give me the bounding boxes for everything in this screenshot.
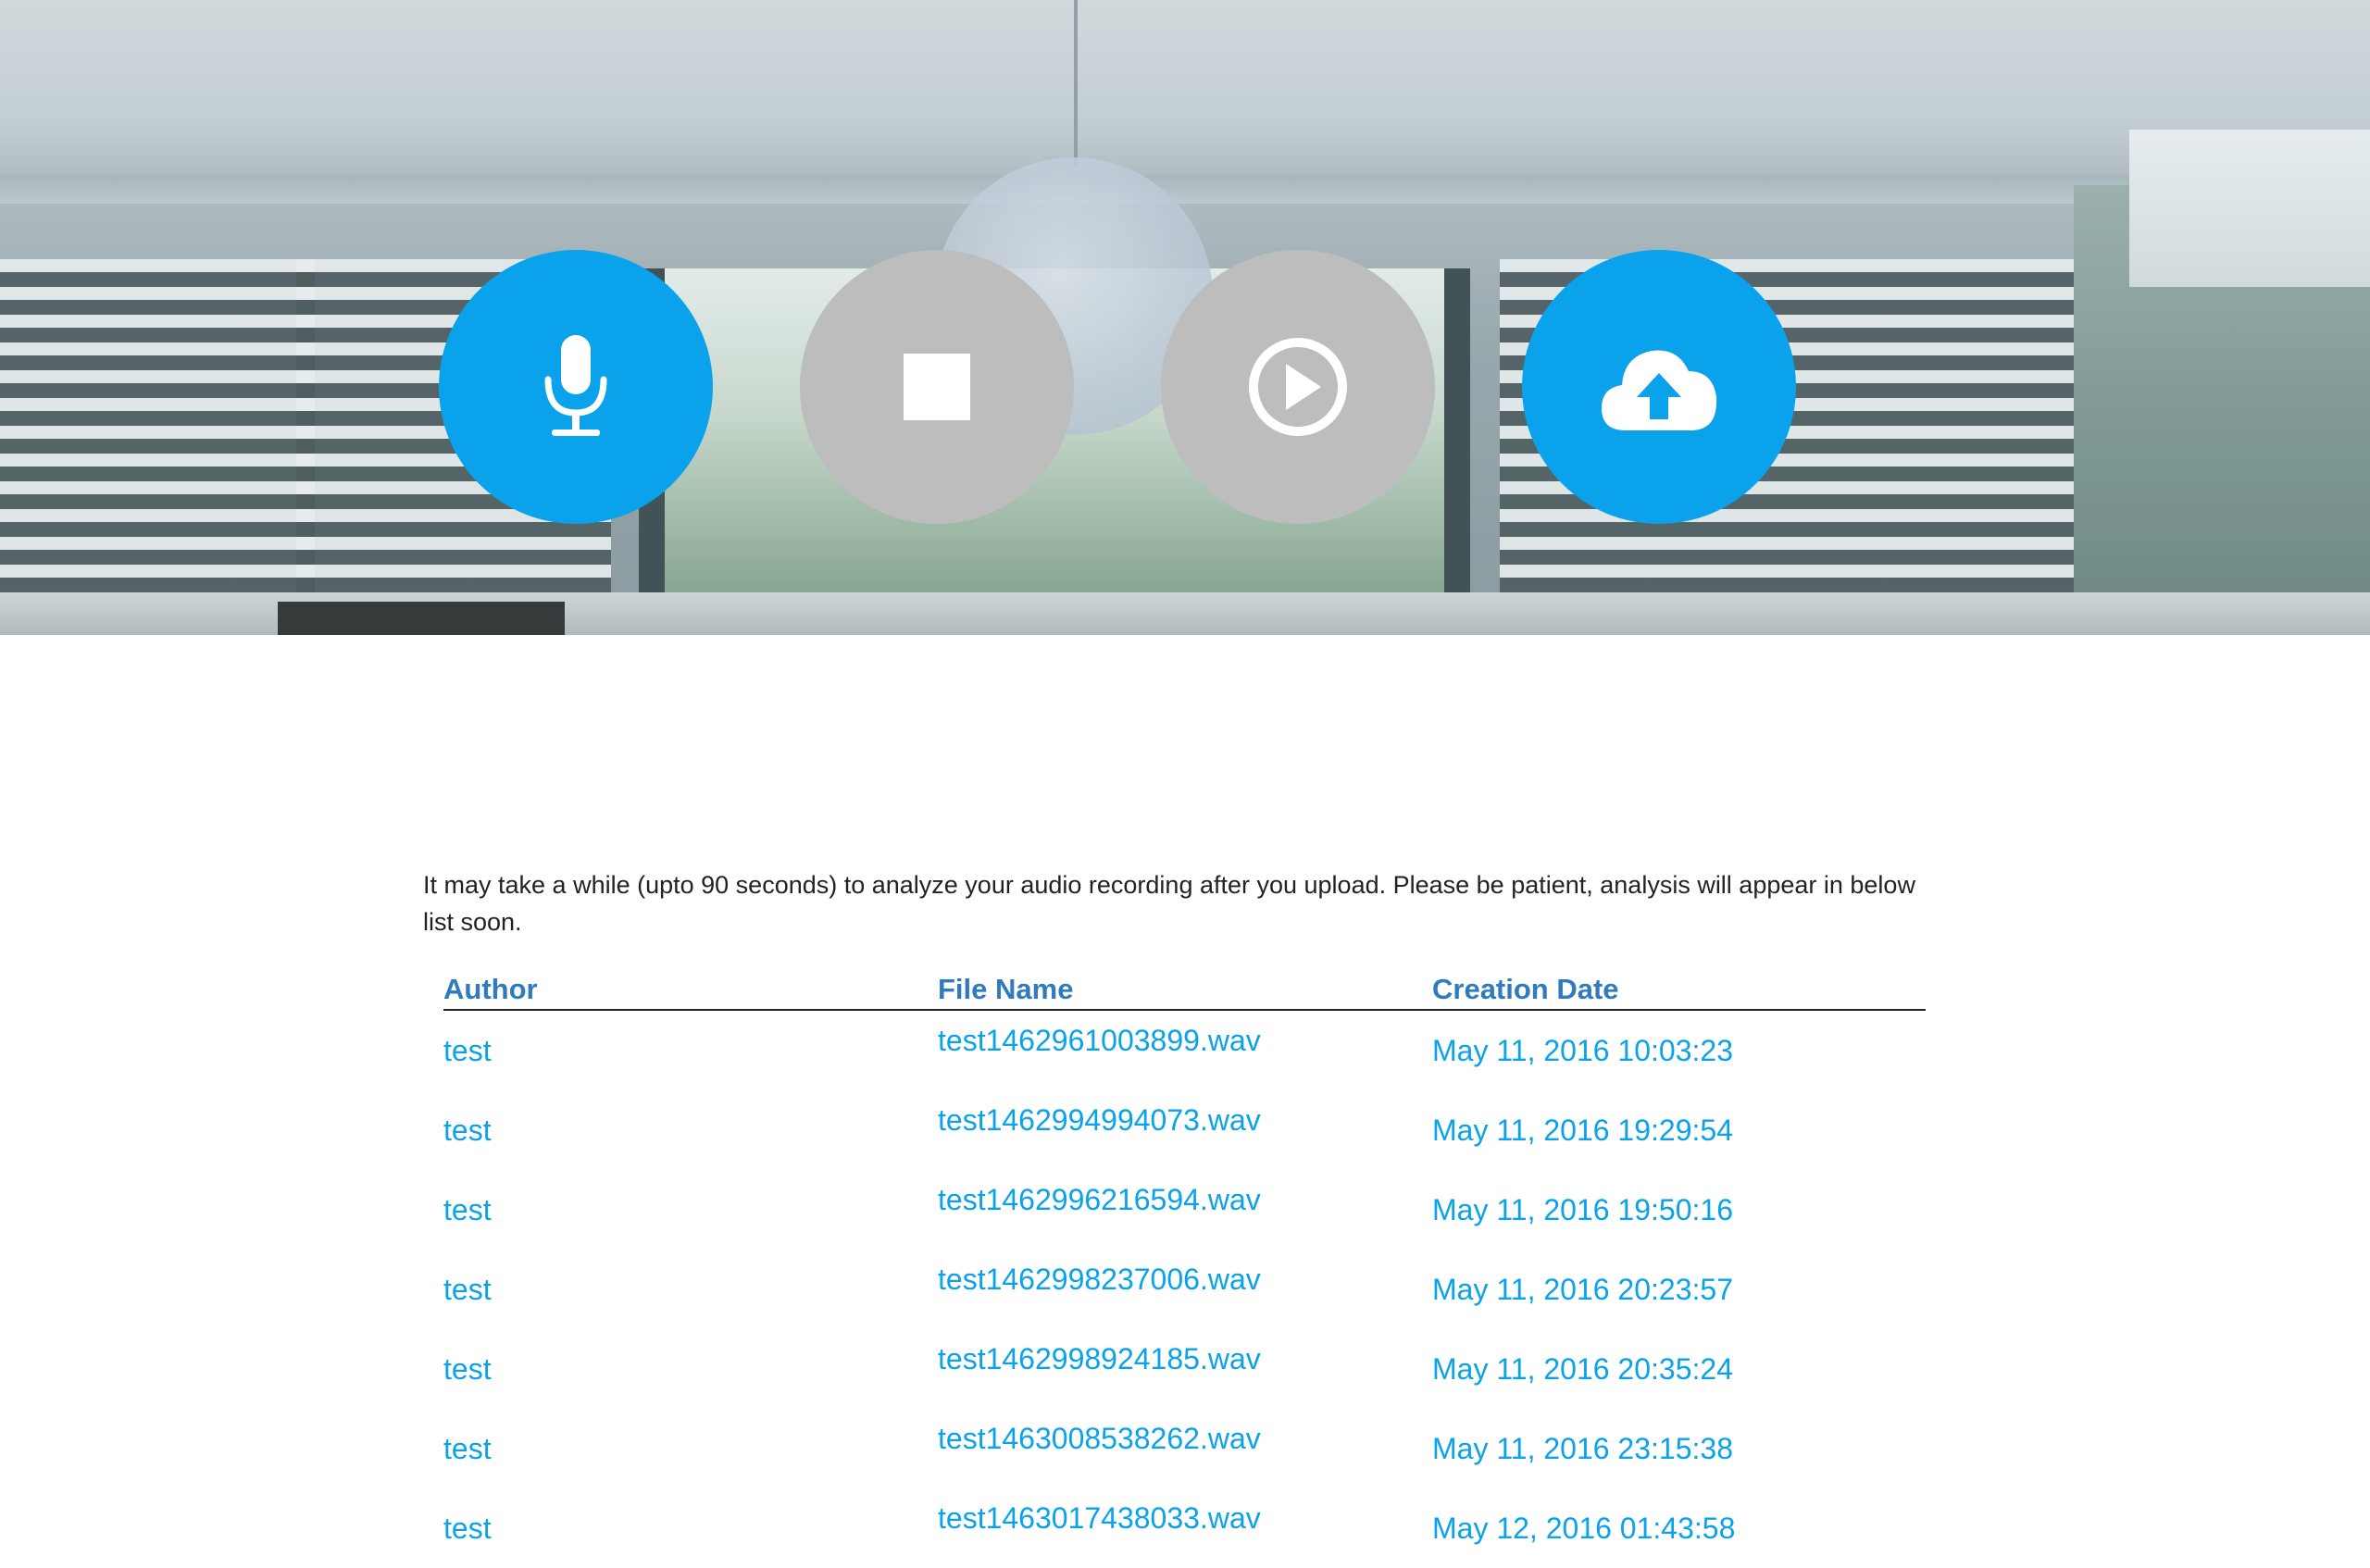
creation-date-cell[interactable]: May 11, 2016 19:29:54 — [1432, 1090, 1926, 1170]
recordings-table: Author File Name Creation Date test test… — [443, 972, 1926, 1568]
creation-date-cell[interactable]: May 11, 2016 23:15:38 — [1432, 1409, 1926, 1488]
file-name-link[interactable]: test1462961003899.wav — [938, 1010, 1432, 1090]
main-content: It may take a while (upto 90 seconds) to… — [423, 866, 1926, 1568]
table-row: test test1463008538262.wav May 11, 2016 … — [443, 1409, 1926, 1488]
author-cell[interactable]: test — [443, 1250, 938, 1329]
upload-button[interactable] — [1522, 250, 1796, 524]
column-header-creation-date[interactable]: Creation Date — [1432, 972, 1926, 1011]
play-circle-icon — [1249, 338, 1347, 436]
creation-date-cell[interactable]: May 11, 2016 19:50:16 — [1432, 1170, 1926, 1250]
table-row: test test1462998924185.wav May 11, 2016 … — [443, 1329, 1926, 1409]
stop-button[interactable] — [800, 250, 1074, 524]
stop-icon — [904, 354, 970, 420]
author-cell[interactable]: test — [443, 1170, 938, 1250]
creation-date-cell[interactable]: May 11, 2016 20:35:24 — [1432, 1329, 1926, 1409]
author-cell[interactable]: test — [443, 1090, 938, 1170]
record-button[interactable] — [439, 250, 713, 524]
author-cell[interactable]: test — [443, 1488, 938, 1568]
creation-date-cell[interactable]: May 12, 2016 01:43:58 — [1432, 1488, 1926, 1568]
cloud-upload-icon — [1602, 350, 1717, 430]
table-row: test test1462994994073.wav May 11, 2016 … — [443, 1090, 1926, 1170]
table-row: test test1462961003899.wav May 11, 2016 … — [443, 1010, 1926, 1090]
file-name-link[interactable]: test1463017438033.wav — [938, 1488, 1432, 1568]
creation-date-cell[interactable]: May 11, 2016 10:03:23 — [1432, 1010, 1926, 1090]
file-name-link[interactable]: test1462998924185.wav — [938, 1329, 1432, 1409]
column-header-author[interactable]: Author — [443, 972, 938, 1011]
table-row: test test1462998237006.wav May 11, 2016 … — [443, 1250, 1926, 1329]
file-name-link[interactable]: test1462996216594.wav — [938, 1170, 1432, 1250]
table-row: test test1462996216594.wav May 11, 2016 … — [443, 1170, 1926, 1250]
microphone-icon — [544, 335, 607, 436]
column-header-file-name[interactable]: File Name — [938, 972, 1432, 1011]
author-cell[interactable]: test — [443, 1329, 938, 1409]
file-name-link[interactable]: test1462998237006.wav — [938, 1250, 1432, 1329]
play-button[interactable] — [1161, 250, 1435, 524]
file-name-link[interactable]: test1463008538262.wav — [938, 1409, 1432, 1488]
table-header-row: Author File Name Creation Date — [443, 972, 1926, 1011]
file-name-link[interactable]: test1462994994073.wav — [938, 1090, 1432, 1170]
creation-date-cell[interactable]: May 11, 2016 20:23:57 — [1432, 1250, 1926, 1329]
author-cell[interactable]: test — [443, 1010, 938, 1090]
table-row: test test1463017438033.wav May 12, 2016 … — [443, 1488, 1926, 1568]
author-cell[interactable]: test — [443, 1409, 938, 1488]
upload-notice: It may take a while (upto 90 seconds) to… — [423, 871, 1915, 936]
